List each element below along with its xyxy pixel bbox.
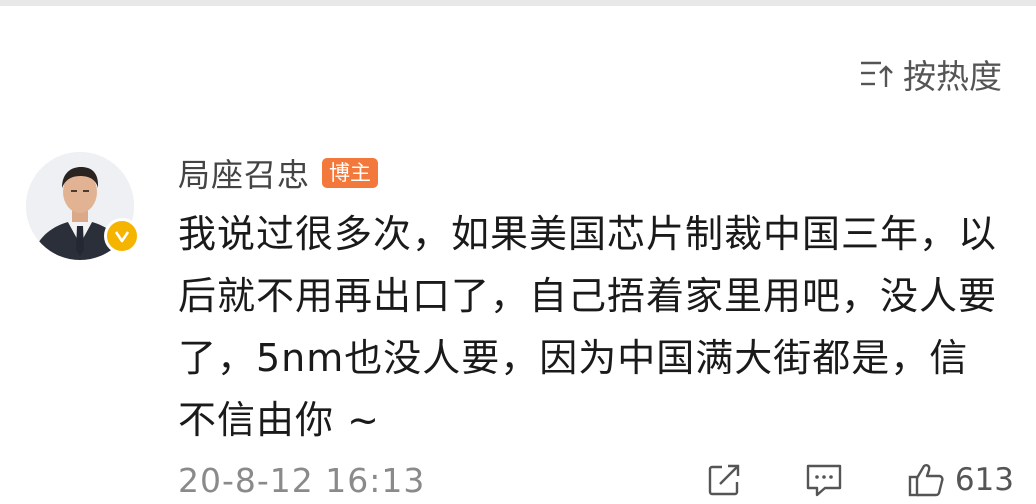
sort-by-popularity-button[interactable]: 按热度 [859, 50, 1002, 98]
comment-footer: 20-8-12 16:13 613 [178, 456, 1014, 504]
sort-icon [859, 58, 895, 90]
reply-button[interactable] [805, 463, 843, 497]
comment-timestamp: 20-8-12 16:13 [178, 460, 426, 500]
verified-v-icon [104, 218, 140, 254]
repost-icon [707, 463, 741, 497]
thumbs-up-icon [907, 462, 945, 498]
author-row: 局座召忠 博主 [178, 150, 379, 196]
comment-icon [805, 463, 843, 497]
sort-label: 按热度 [903, 57, 1002, 96]
comment-text: 我说过很多次，如果美国芯片制裁中国三年，以后就不用再出口了，自己捂着家里用吧，没… [178, 212, 998, 442]
repost-button[interactable] [707, 463, 741, 497]
like-count: 613 [954, 462, 1014, 498]
author-name[interactable]: 局座召忠 [178, 150, 310, 196]
author-avatar[interactable] [26, 152, 140, 260]
top-divider [0, 0, 1036, 6]
blogger-badge: 博主 [322, 157, 379, 189]
comment-actions: 613 [707, 462, 1014, 498]
like-button[interactable]: 613 [907, 462, 1014, 498]
